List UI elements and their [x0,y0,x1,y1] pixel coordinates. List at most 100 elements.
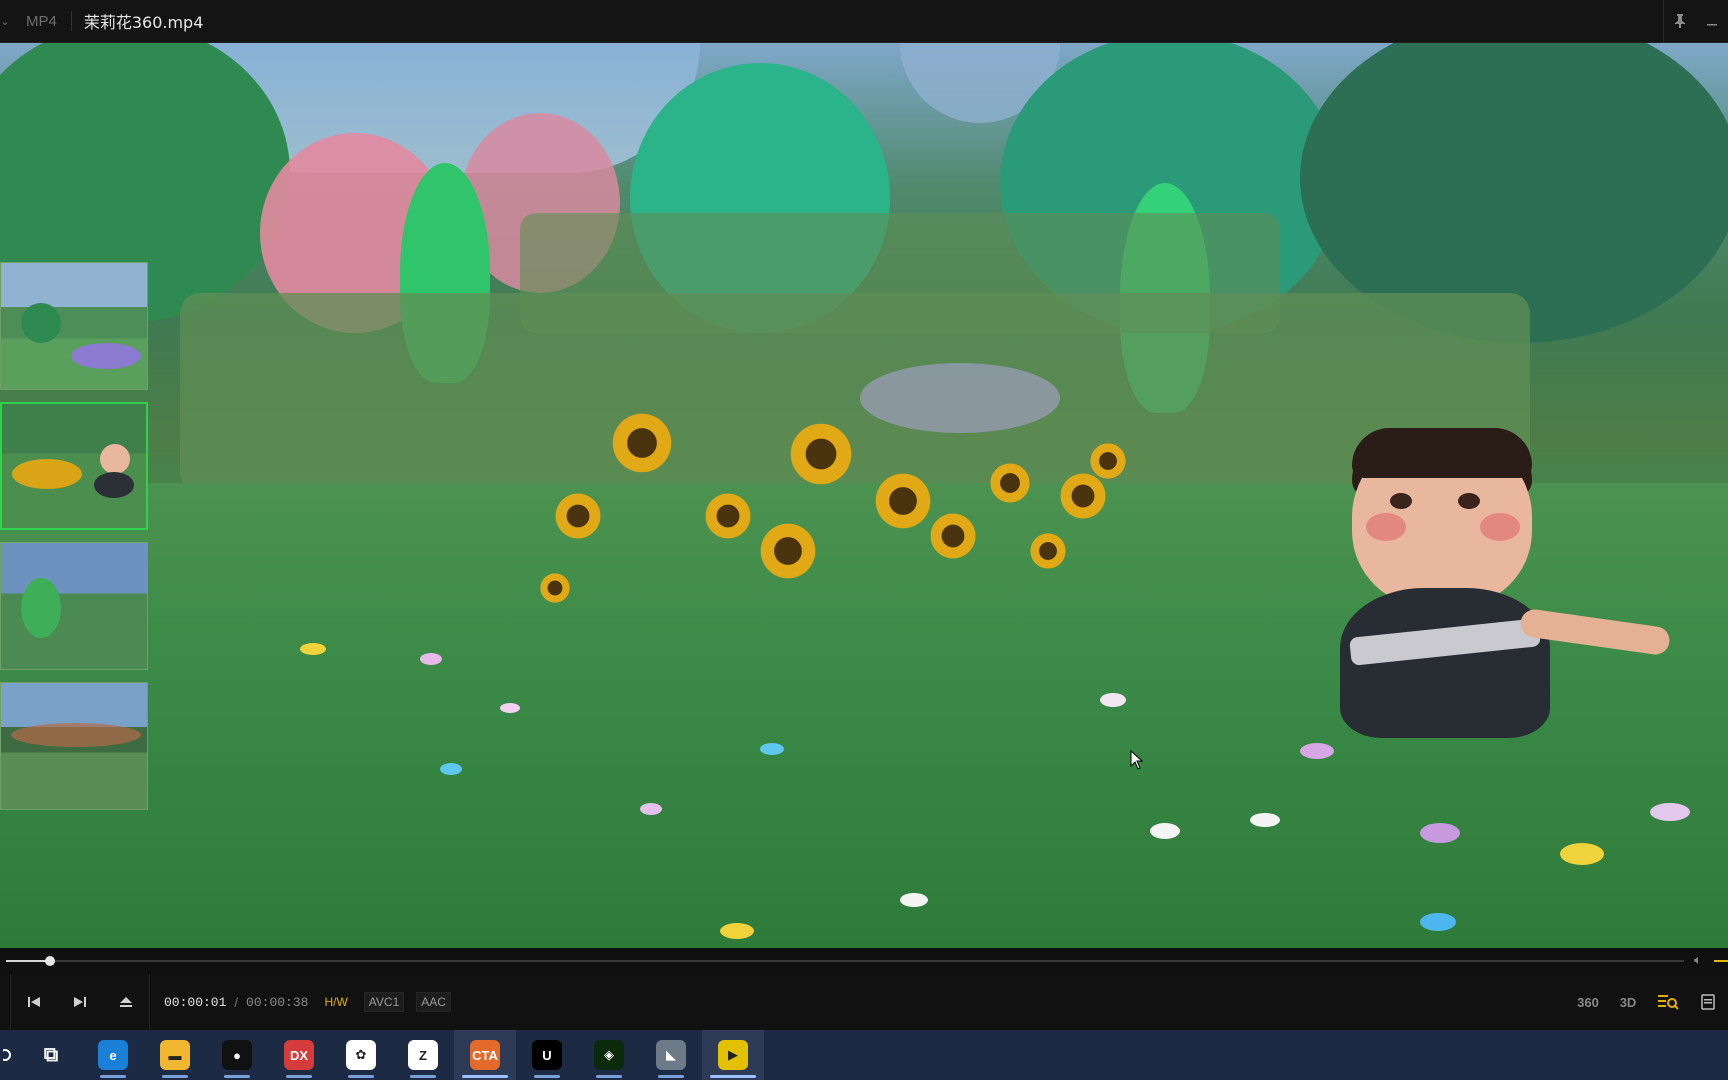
taskbar-gray-app[interactable]: ◣ [640,1030,702,1080]
taskbar-running-indicator [162,1075,188,1078]
dx-app-icon: DX [284,1040,314,1070]
hardware-decode-badge[interactable]: H/W [320,993,351,1011]
sunflower [760,523,816,579]
window-controls [1663,0,1728,43]
taskbar-running-indicator [596,1075,622,1078]
video-codec-badge: AVC1 [363,992,405,1012]
thumbnail-flowers [71,343,141,369]
thumbnail-scene-3[interactable] [0,542,148,670]
sunflower [1030,533,1066,569]
file-name: 茉莉花360.mp4 [83,13,204,32]
meadow-flower [1650,803,1690,821]
sunflower [705,493,751,539]
video-player-icon: ▶ [718,1040,748,1070]
eject-icon[interactable] [103,974,149,1030]
seek-bar-area: 🔈︎ [0,948,1728,974]
menu-icon[interactable] [1688,974,1728,1030]
taskbar-video-player[interactable]: ▶ [702,1030,764,1080]
sunflower [1060,473,1106,519]
thumbnail-character-body [94,472,134,498]
cartoon-character [1290,388,1672,768]
audio-codec-badge: AAC [416,992,451,1012]
taskbar-running-indicator [100,1075,126,1078]
meadow-flower [640,803,662,815]
video-frame[interactable] [0,43,1728,948]
sunflower [875,473,931,529]
meadow-flower [1150,823,1180,839]
meadow-flower [1250,813,1280,827]
seek-bar[interactable] [6,956,1684,966]
taskbar-green-app[interactable]: ◈ [578,1030,640,1080]
meadow-flower [500,703,520,713]
time-separator: / [234,994,239,1010]
taskbar-running-indicator [348,1075,374,1078]
pin-icon[interactable] [1664,0,1696,43]
thumbnail-sunflowers [12,459,82,489]
thumbnail-tree [21,578,61,638]
sunflower [612,413,672,473]
volume-slider[interactable] [1714,960,1728,962]
playlist-thumbnails [0,262,150,822]
control-divider [149,974,150,1030]
sunflower [990,463,1030,503]
taskbar-edge[interactable]: e [82,1030,144,1080]
character-cheek [1366,513,1406,541]
character-eye [1458,493,1480,509]
meadow-flower [420,653,442,665]
gray-app-icon: ◣ [656,1040,686,1070]
chevron-down-icon[interactable]: ⌄ [0,0,10,43]
recorder-icon: ● [222,1040,252,1070]
playlist-search-icon[interactable] [1648,974,1688,1030]
meadow-flower [440,763,462,775]
taskbar-cloud-app[interactable]: ✿ [330,1030,392,1080]
title-divider [70,11,72,31]
cloud-app-icon: ✿ [346,1040,376,1070]
taskbar-running-indicator [462,1075,508,1078]
taskbar-search-icon[interactable] [0,1030,20,1080]
sunflower [1090,443,1126,479]
zbrush-icon: Z [408,1040,438,1070]
character-hair-front [1352,428,1532,478]
thumbnail-scene-1[interactable] [0,262,148,390]
character-cheek [1480,513,1520,541]
meadow-flower [1420,913,1456,931]
taskbar-running-indicator [534,1075,560,1078]
thumbnail-scene-2[interactable] [0,402,148,530]
taskbar-task-view[interactable]: ⧉ [20,1030,82,1080]
seek-handle[interactable] [44,956,55,966]
volume-icon[interactable]: 🔈︎ [1694,952,1702,968]
taskbar-running-indicator [224,1075,250,1078]
title-bar: ⌄ MP4 茉莉花360.mp4 [0,0,1728,43]
taskbar-items: ⧉ e ▬ ● DX ✿ Z CTA U ◈ ◣ ▶ [20,1030,764,1080]
thumbnail-character [100,444,130,474]
meadow-flower [300,643,326,655]
meadow-flower [720,923,754,939]
meadow-flower [1100,693,1126,707]
meadow-flower [760,743,784,755]
taskbar-recorder[interactable]: ● [206,1030,268,1080]
taskbar-running-indicator [658,1075,684,1078]
taskbar-unreal-engine[interactable]: U [516,1030,578,1080]
taskbar-zbrush[interactable]: Z [392,1030,454,1080]
mouse-cursor-icon [1130,750,1144,770]
3d-button[interactable]: 3D [1608,974,1648,1030]
sunflower [555,493,601,539]
file-format-label: MP4 [26,12,57,30]
cta-app-icon: CTA [470,1040,500,1070]
next-icon[interactable] [57,974,103,1030]
file-explorer-icon: ▬ [160,1040,190,1070]
minimize-icon[interactable] [1696,0,1728,43]
meadow-flower [1420,823,1460,843]
taskbar-running-indicator [286,1075,312,1078]
taskbar-dx-app[interactable]: DX [268,1030,330,1080]
previous-icon[interactable] [11,974,57,1030]
taskbar-cta-app[interactable]: CTA [454,1030,516,1080]
taskbar-file-explorer[interactable]: ▬ [144,1030,206,1080]
control-bar: 00:00:01 / 00:00:38 H/W AVC1 AAC 360 3D [0,974,1728,1030]
meadow-flower [1560,843,1604,865]
taskbar: ⧉ e ▬ ● DX ✿ Z CTA U ◈ ◣ ▶ [0,1030,1728,1080]
control-bar-right: 360 3D [1568,974,1728,1030]
vr-360-button[interactable]: 360 [1568,974,1608,1030]
thumbnail-scene-4[interactable] [0,682,148,810]
scene-rock [860,363,1060,433]
